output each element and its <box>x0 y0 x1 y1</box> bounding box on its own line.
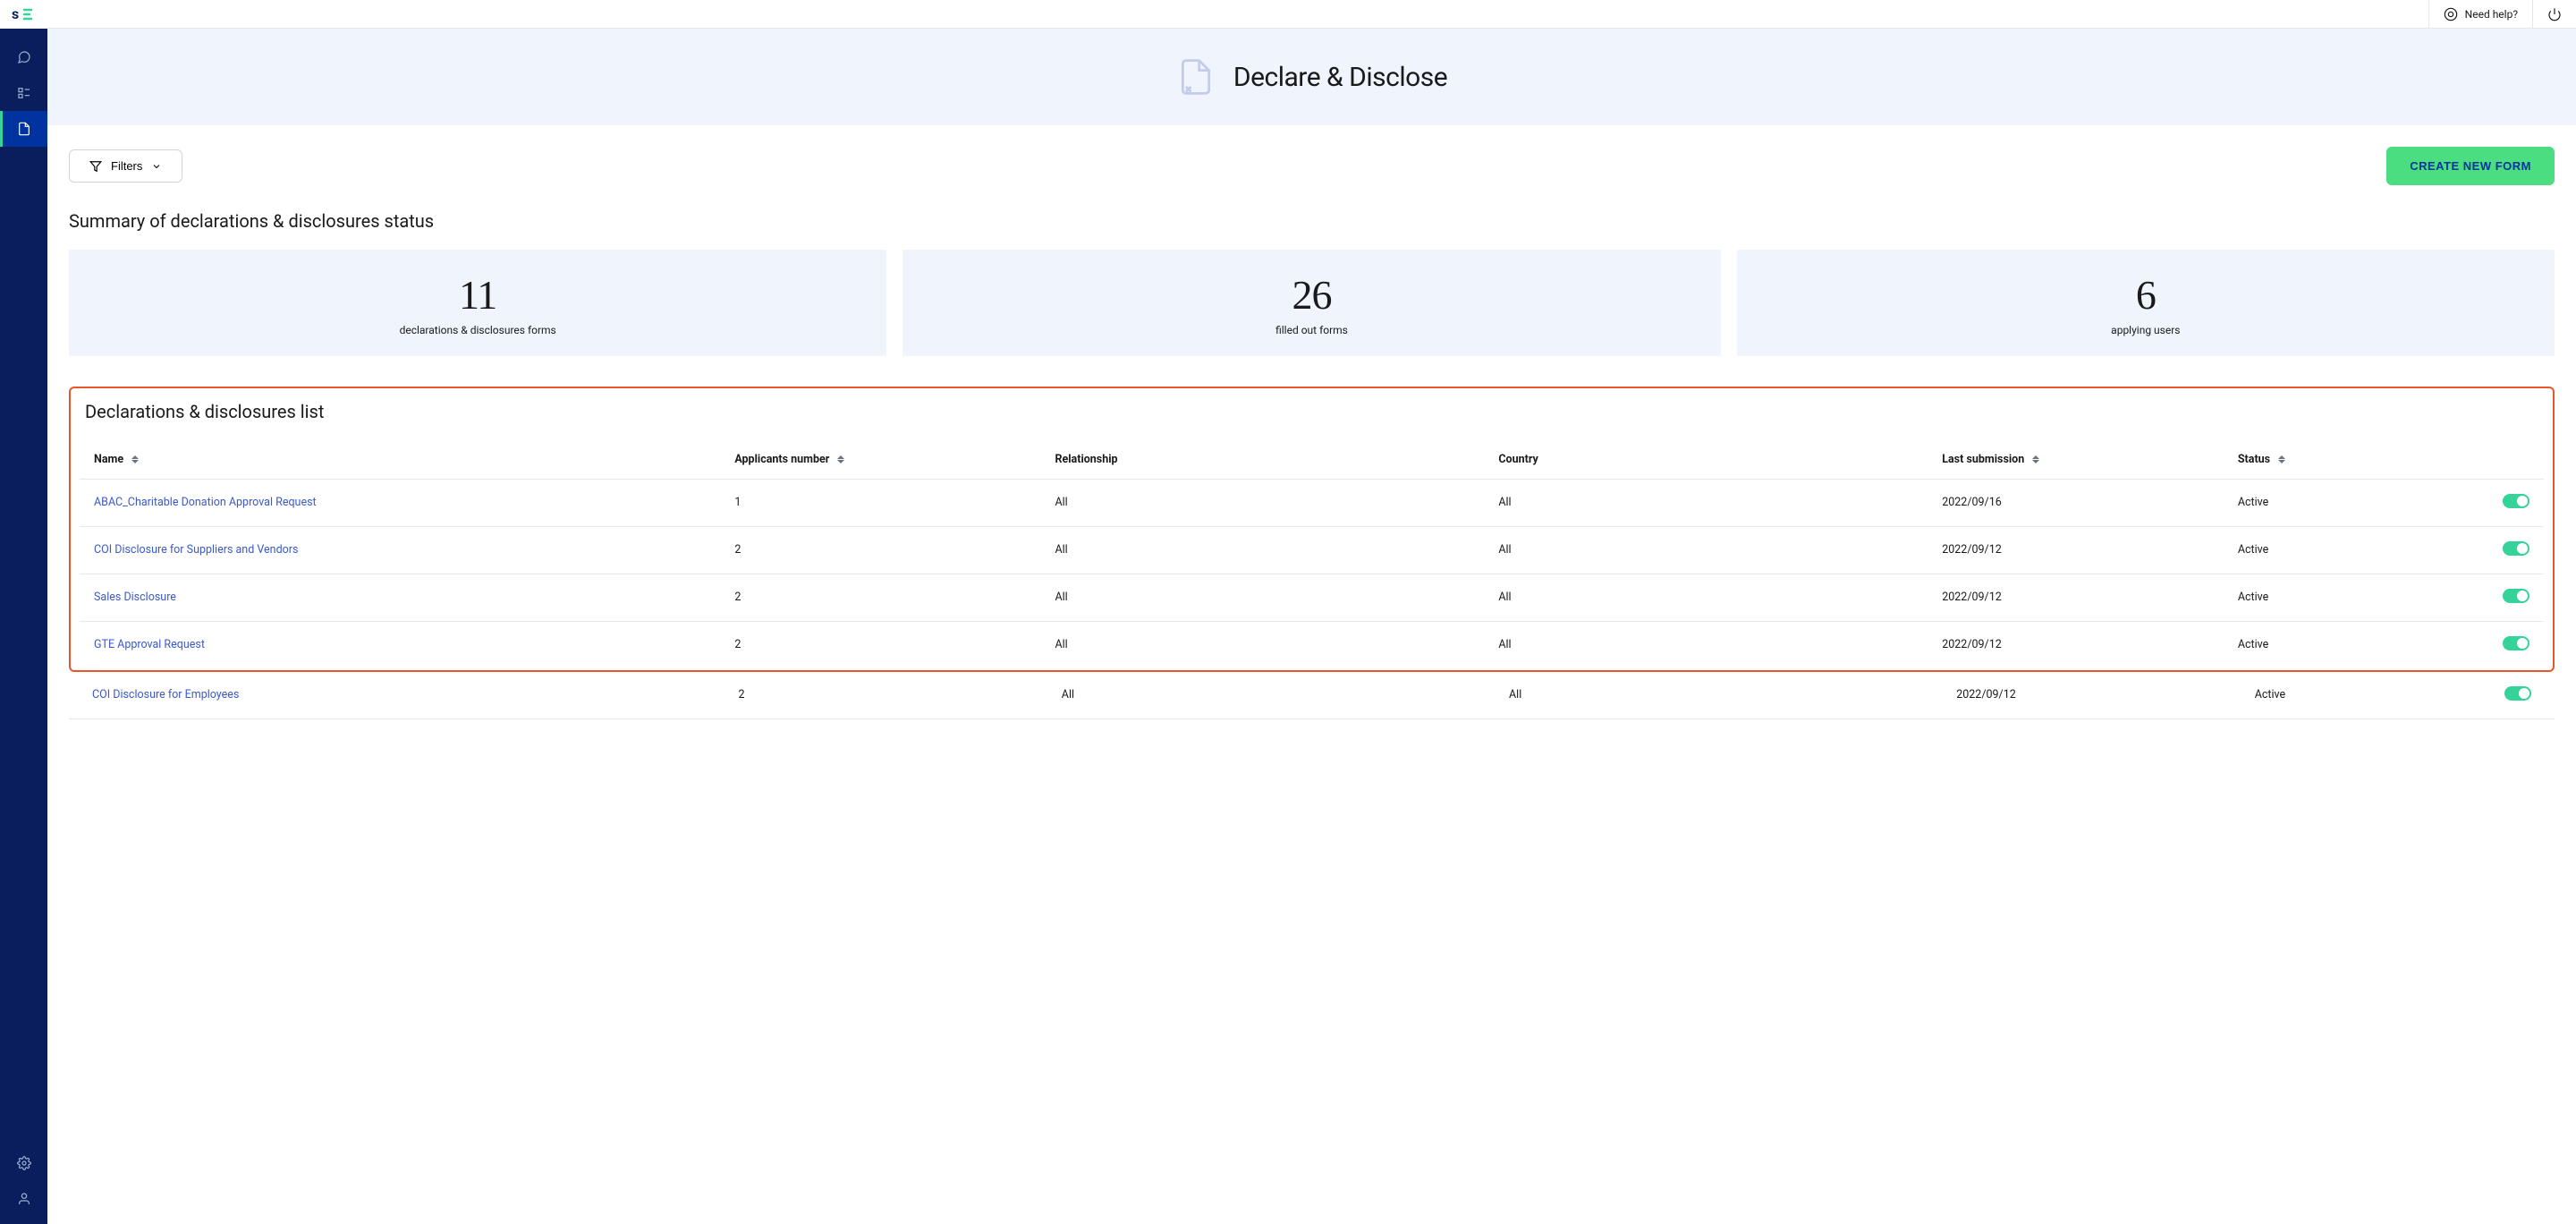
toolbar: Filters CREATE NEW FORM <box>69 147 2555 185</box>
filters-button[interactable]: Filters <box>69 149 182 183</box>
filters-label: Filters <box>111 159 142 173</box>
stat-value: 6 <box>1751 273 2540 319</box>
cell-status: Active <box>2224 621 2445 668</box>
stat-card-users: 6 applying users <box>1737 250 2555 356</box>
main: Need help? Declare & Disclose Filters <box>47 0 2576 1224</box>
declarations-table: Name Applicants number Relationship Coun… <box>80 440 2544 668</box>
create-form-button[interactable]: CREATE NEW FORM <box>2386 147 2555 185</box>
hero: Declare & Disclose <box>47 29 2576 125</box>
cell-last-submission: 2022/09/16 <box>1928 479 2224 526</box>
sort-icon <box>2032 455 2039 463</box>
form-name-link[interactable]: Sales Disclosure <box>94 591 176 604</box>
document-hero-icon <box>1176 57 1216 97</box>
chevron-down-icon <box>151 161 162 172</box>
gear-icon <box>17 1156 31 1170</box>
cell-status: Active <box>2224 479 2445 526</box>
cell-relationship: All <box>1038 672 1486 719</box>
help-icon <box>2444 7 2458 21</box>
sidebar: s <box>0 0 47 1224</box>
svg-text:s: s <box>12 6 19 22</box>
declarations-table-overflow: COI Disclosure for Employees 2 All All 2… <box>69 672 2555 719</box>
cell-applicants: 2 <box>720 574 1040 621</box>
cell-applicants: 2 <box>720 621 1040 668</box>
summary-title: Summary of declarations & disclosures st… <box>69 210 2555 232</box>
user-icon <box>17 1192 31 1206</box>
sidebar-item-survey[interactable] <box>0 75 47 111</box>
cell-applicants: 2 <box>720 526 1040 574</box>
col-header-name[interactable]: Name <box>80 440 720 480</box>
sidebar-bottom <box>0 1145 47 1224</box>
logout-button[interactable] <box>2532 0 2576 28</box>
status-toggle[interactable] <box>2503 494 2529 508</box>
form-name-link[interactable]: COI Disclosure for Suppliers and Vendors <box>94 543 298 557</box>
stat-card-forms: 11 declarations & disclosures forms <box>69 250 886 356</box>
col-header-country: Country <box>1484 440 1928 480</box>
cell-last-submission: 2022/09/12 <box>1928 621 2224 668</box>
cell-last-submission: 2022/09/12 <box>1928 574 2224 621</box>
cell-status: Active <box>2224 574 2445 621</box>
list-icon <box>17 86 31 100</box>
col-header-relationship: Relationship <box>1040 440 1484 480</box>
cell-country: All <box>1484 526 1928 574</box>
stat-label: filled out forms <box>917 324 1706 336</box>
list-title: Declarations & disclosures list <box>80 401 2544 422</box>
help-label: Need help? <box>2465 8 2518 21</box>
cell-relationship: All <box>1040 621 1484 668</box>
cell-country: All <box>1484 574 1928 621</box>
table-row: Sales Disclosure 2 All All 2022/09/12 Ac… <box>80 574 2544 621</box>
sidebar-item-profile[interactable] <box>0 1181 47 1217</box>
stat-card-filled: 26 filled out forms <box>902 250 1720 356</box>
sidebar-item-settings[interactable] <box>0 1145 47 1181</box>
cell-relationship: All <box>1040 526 1484 574</box>
stats-row: 11 declarations & disclosures forms 26 f… <box>69 250 2555 356</box>
cell-applicants: 1 <box>720 479 1040 526</box>
col-header-applicants[interactable]: Applicants number <box>720 440 1040 480</box>
table-row: COI Disclosure for Suppliers and Vendors… <box>80 526 2544 574</box>
sort-icon <box>2278 455 2285 463</box>
sidebar-item-declare[interactable] <box>0 111 47 147</box>
topbar: Need help? <box>47 0 2576 29</box>
stat-label: applying users <box>1751 324 2540 336</box>
table-row: COI Disclosure for Employees 2 All All 2… <box>69 672 2555 719</box>
cell-status: Active <box>2224 526 2445 574</box>
sort-icon <box>131 455 139 463</box>
cell-status: Active <box>2232 672 2455 719</box>
cell-country: All <box>1486 672 1933 719</box>
page-title: Declare & Disclose <box>1233 62 1447 93</box>
document-icon <box>17 122 31 136</box>
sidebar-nav <box>0 29 47 1145</box>
status-toggle[interactable] <box>2503 541 2529 556</box>
sidebar-item-chat[interactable] <box>0 39 47 75</box>
list-section-highlighted: Declarations & disclosures list Name App… <box>69 387 2555 672</box>
power-icon <box>2547 7 2562 21</box>
help-button[interactable]: Need help? <box>2428 0 2532 28</box>
form-name-link[interactable]: COI Disclosure for Employees <box>92 688 239 701</box>
form-name-link[interactable]: GTE Approval Request <box>94 638 205 651</box>
cell-last-submission: 2022/09/12 <box>1928 526 2224 574</box>
sort-icon <box>837 455 844 463</box>
stat-value: 11 <box>83 273 872 319</box>
logo[interactable]: s <box>0 0 47 29</box>
col-header-status[interactable]: Status <box>2224 440 2445 480</box>
content: Filters CREATE NEW FORM Summary of decla… <box>47 125 2576 741</box>
cell-country: All <box>1484 479 1928 526</box>
status-toggle[interactable] <box>2503 636 2529 650</box>
col-header-last-submission[interactable]: Last submission <box>1928 440 2224 480</box>
table-row: ABAC_Charitable Donation Approval Reques… <box>80 479 2544 526</box>
cell-applicants: 2 <box>716 672 1038 719</box>
stat-label: declarations & disclosures forms <box>83 324 872 336</box>
cell-country: All <box>1484 621 1928 668</box>
cell-relationship: All <box>1040 574 1484 621</box>
form-name-link[interactable]: ABAC_Charitable Donation Approval Reques… <box>94 496 317 509</box>
cell-relationship: All <box>1040 479 1484 526</box>
filter-icon <box>89 160 102 173</box>
table-row: GTE Approval Request 2 All All 2022/09/1… <box>80 621 2544 668</box>
chat-icon <box>17 50 31 64</box>
cell-last-submission: 2022/09/12 <box>1933 672 2231 719</box>
status-toggle[interactable] <box>2504 686 2531 701</box>
status-toggle[interactable] <box>2503 589 2529 603</box>
stat-value: 26 <box>917 273 1706 319</box>
